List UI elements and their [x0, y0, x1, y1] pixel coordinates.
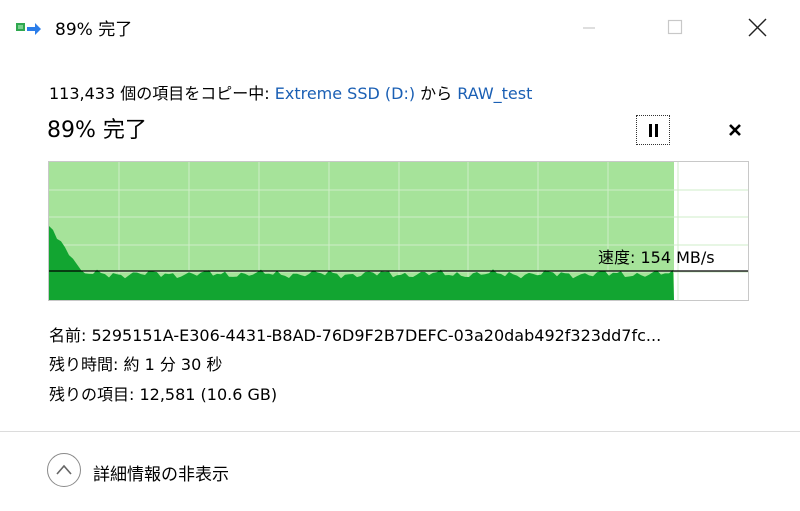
time-remaining-info: 残り時間: 約 1 分 30 秒 — [49, 355, 223, 374]
window-title: 89% 完了 — [55, 20, 133, 40]
copy-status-line: 113,433 個の項目をコピー中: Extreme SSD (D:) から R… — [49, 80, 532, 104]
chevron-up-icon — [47, 453, 81, 487]
pause-button[interactable] — [636, 115, 670, 145]
speed-label: 速度: 154 MB/s — [598, 248, 715, 267]
fewer-details-label: 詳細情報の非表示 — [93, 465, 229, 485]
minimize-button[interactable] — [566, 0, 612, 56]
close-window-button[interactable] — [734, 0, 780, 56]
close-icon — [748, 18, 767, 37]
copy-status-middle: から — [415, 84, 458, 103]
destination-link[interactable]: RAW_test — [457, 84, 532, 103]
progress-title: 89% 完了 — [47, 118, 147, 143]
file-name-info: 名前: 5295151A-E306-4431-B8AD-76D9F2B7DEFC… — [49, 326, 662, 345]
source-link[interactable]: Extreme SSD (D:) — [275, 84, 415, 103]
speed-graph — [48, 161, 749, 301]
copy-status-prefix: 113,433 個の項目をコピー中: — [49, 84, 275, 103]
cancel-button[interactable] — [722, 117, 748, 143]
footer-divider — [0, 431, 800, 432]
maximize-icon — [667, 19, 683, 35]
minimize-icon — [583, 27, 595, 29]
items-remaining-info: 残りの項目: 12,581 (10.6 GB) — [49, 385, 278, 404]
title-bar: 89% 完了 — [0, 0, 800, 56]
copy-icon — [16, 20, 42, 38]
close-icon — [729, 124, 741, 136]
maximize-button[interactable] — [652, 0, 698, 56]
fewer-details-toggle[interactable]: 詳細情報の非表示 — [47, 453, 277, 489]
